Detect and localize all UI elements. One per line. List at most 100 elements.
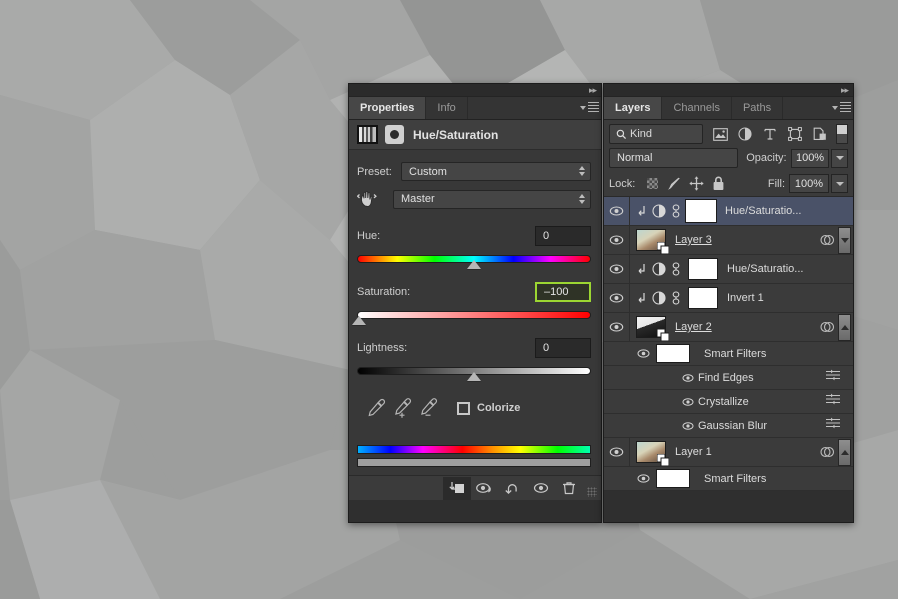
saturation-input[interactable]: –100 xyxy=(535,282,591,302)
collapse-layer-button[interactable] xyxy=(838,226,851,254)
panel-resize-grip[interactable] xyxy=(587,487,597,497)
opacity-input[interactable]: 100% xyxy=(790,148,830,168)
properties-panel-menu-button[interactable] xyxy=(577,97,601,119)
tab-layers[interactable]: Layers xyxy=(604,97,663,119)
eyedropper-icon[interactable] xyxy=(365,397,387,419)
saturation-slider-knob[interactable] xyxy=(352,316,366,325)
filter-shape-layers-icon[interactable] xyxy=(783,124,807,144)
link-mask-icon[interactable] xyxy=(671,262,681,276)
hue-slider-knob[interactable] xyxy=(467,260,481,269)
list-item[interactable]: Smart Filters xyxy=(604,467,853,491)
clipping-mask-icon[interactable] xyxy=(636,263,647,276)
filter-pixel-layers-icon[interactable] xyxy=(708,124,732,144)
lock-position-icon[interactable] xyxy=(685,176,707,192)
list-item[interactable]: Gaussian Blur xyxy=(604,414,853,438)
delete-adjustment-button[interactable] xyxy=(555,477,583,500)
filter-blending-options-icon[interactable] xyxy=(825,392,853,411)
lock-image-pixels-icon[interactable] xyxy=(663,176,685,192)
table-row[interactable]: Layer 1 xyxy=(604,438,853,467)
smart-filters-visibility-toggle[interactable] xyxy=(630,348,656,359)
filter-blending-options-icon[interactable] xyxy=(825,416,853,435)
layer-mask-thumbnail[interactable] xyxy=(685,199,717,223)
link-mask-icon[interactable] xyxy=(671,204,681,218)
blend-mode-select[interactable]: Normal xyxy=(609,148,739,168)
properties-panel-titlebar[interactable]: ▸▸ xyxy=(349,84,601,97)
layer-effects-icon[interactable] xyxy=(819,233,835,247)
layer-mask-thumbnail[interactable] xyxy=(688,287,718,309)
layer-effects-icon[interactable] xyxy=(819,445,835,459)
list-item[interactable]: Find Edges xyxy=(604,366,853,390)
scrubby-hand-cursor-icon[interactable] xyxy=(357,189,393,209)
table-row[interactable]: Layer 3 xyxy=(604,226,853,255)
eyedropper-add-icon[interactable] xyxy=(391,397,413,419)
layers-panel-menu-button[interactable] xyxy=(829,97,853,119)
table-row[interactable]: Hue/Saturatio... xyxy=(604,197,853,226)
layer-visibility-toggle[interactable] xyxy=(604,255,630,283)
tab-properties[interactable]: Properties xyxy=(349,97,427,119)
adjustment-layer-icon[interactable] xyxy=(652,204,666,218)
fill-input[interactable]: 100% xyxy=(789,174,829,193)
table-row[interactable]: Hue/Saturatio... xyxy=(604,255,853,284)
clipping-mask-icon[interactable] xyxy=(636,292,647,305)
saturation-slider[interactable] xyxy=(352,311,591,325)
filter-visibility-toggle[interactable] xyxy=(678,421,698,431)
toggle-layer-visibility-button[interactable] xyxy=(527,477,555,500)
link-mask-icon[interactable] xyxy=(671,291,681,305)
eyedropper-subtract-icon[interactable] xyxy=(417,397,439,419)
layer-visibility-toggle[interactable] xyxy=(604,226,630,254)
lightness-input[interactable]: 0 xyxy=(535,338,591,358)
tab-info[interactable]: Info xyxy=(426,97,468,119)
adjustment-layer-icon[interactable] xyxy=(652,262,666,276)
layers-panel-titlebar[interactable]: ▸▸ xyxy=(604,84,853,97)
colorize-checkbox-group[interactable]: Colorize xyxy=(457,401,520,415)
expand-layer-button[interactable] xyxy=(838,438,851,466)
layer-list[interactable]: Hue/Saturatio... Layer 3 Hue/Saturatio..… xyxy=(604,197,853,491)
hue-input[interactable]: 0 xyxy=(535,226,591,246)
fill-dropdown-button[interactable] xyxy=(831,174,848,193)
filter-type-layers-icon[interactable] xyxy=(758,124,782,144)
tab-paths[interactable]: Paths xyxy=(731,97,784,119)
filter-kind-select[interactable]: Kind xyxy=(609,124,704,144)
preset-dropdown[interactable]: Custom xyxy=(401,162,591,181)
filter-blending-options-icon[interactable] xyxy=(825,368,853,387)
filter-enable-toggle[interactable] xyxy=(836,124,848,144)
layer-visibility-toggle[interactable] xyxy=(604,438,630,466)
reset-adjustment-button[interactable] xyxy=(499,477,527,500)
table-row[interactable]: Layer 2 xyxy=(604,313,853,342)
collapse-to-icons-icon[interactable]: ▸▸ xyxy=(589,86,597,95)
layer-thumbnail[interactable] xyxy=(636,316,669,341)
layer-mask-thumbnail[interactable] xyxy=(688,258,718,280)
list-item[interactable]: Crystallize xyxy=(604,390,853,414)
layer-visibility-toggle[interactable] xyxy=(604,284,630,312)
lightness-slider[interactable] xyxy=(357,367,591,381)
smart-filters-mask-thumbnail[interactable] xyxy=(656,344,690,363)
filter-visibility-toggle[interactable] xyxy=(678,397,698,407)
clipping-mask-icon[interactable] xyxy=(636,205,647,218)
expand-layer-button[interactable] xyxy=(838,313,851,341)
layer-thumbnail[interactable] xyxy=(636,441,669,466)
hue-slider[interactable] xyxy=(357,255,591,269)
smart-filters-visibility-toggle[interactable] xyxy=(630,473,656,484)
lightness-slider-knob[interactable] xyxy=(467,372,481,381)
colorize-checkbox[interactable] xyxy=(457,401,470,415)
collapse-to-icons-icon[interactable]: ▸▸ xyxy=(841,86,849,95)
layer-visibility-toggle[interactable] xyxy=(604,197,630,225)
channel-dropdown[interactable]: Master xyxy=(393,189,591,209)
layer-mask-icon[interactable] xyxy=(385,125,404,144)
lock-all-icon[interactable] xyxy=(707,176,729,192)
adjustment-layer-icon[interactable] xyxy=(652,291,666,305)
clip-to-layer-button[interactable] xyxy=(443,476,471,500)
filter-visibility-toggle[interactable] xyxy=(678,373,698,383)
layer-thumbnail[interactable] xyxy=(636,229,669,254)
lock-transparent-pixels-icon[interactable] xyxy=(641,176,663,192)
filter-smart-object-layers-icon[interactable] xyxy=(808,124,832,144)
tab-channels[interactable]: Channels xyxy=(662,97,732,119)
list-item[interactable]: Smart Filters xyxy=(604,342,853,366)
view-previous-state-button[interactable] xyxy=(471,477,499,500)
layer-effects-icon[interactable] xyxy=(819,320,835,334)
table-row[interactable]: Invert 1 xyxy=(604,284,853,313)
opacity-dropdown-button[interactable] xyxy=(831,148,848,168)
smart-filters-mask-thumbnail[interactable] xyxy=(656,469,690,488)
filter-adjustment-layers-icon[interactable] xyxy=(733,124,757,144)
layer-visibility-toggle[interactable] xyxy=(604,313,630,341)
